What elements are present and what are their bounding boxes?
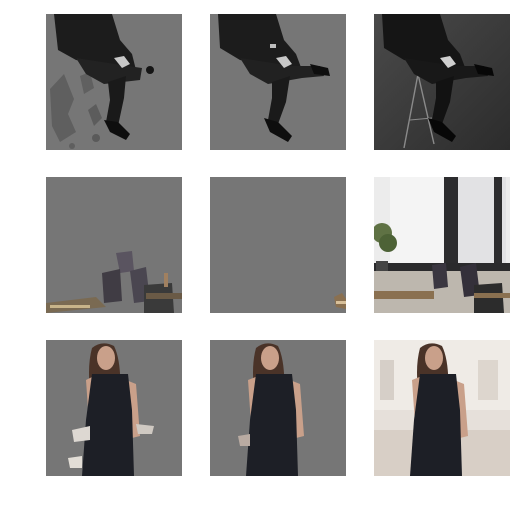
- tile-seated-man-mask-fine: [210, 14, 346, 150]
- tile-standing-woman-mask-fine: [210, 340, 346, 476]
- tile-seated-man-original: [374, 14, 510, 150]
- tile-office-interior-mask-fine: [210, 177, 346, 313]
- tile-office-interior-original: [374, 177, 510, 313]
- tile-seated-man-mask-coarse: [46, 14, 182, 150]
- tile-standing-woman-mask-coarse: [46, 340, 182, 476]
- tile-standing-woman-original: [374, 340, 510, 476]
- tile-office-interior-mask-coarse: [46, 177, 182, 313]
